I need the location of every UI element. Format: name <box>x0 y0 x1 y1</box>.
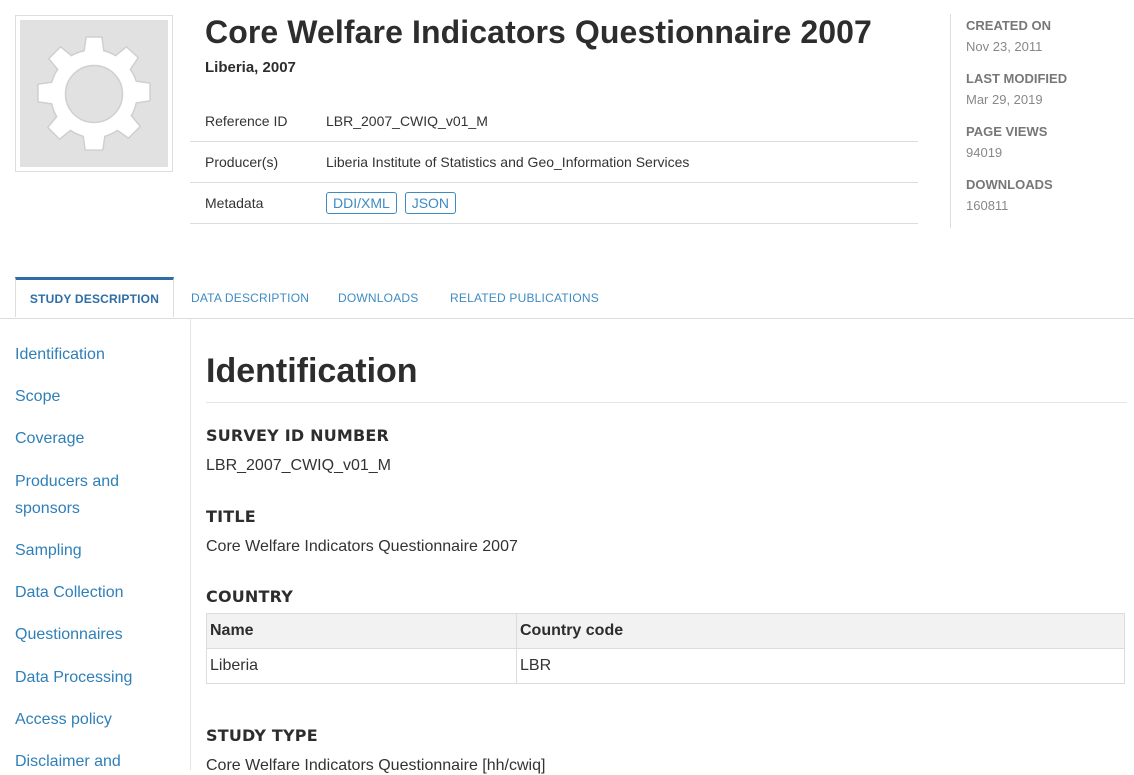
country-table: Name Country code Liberia LBR <box>206 613 1125 684</box>
study-type-label: STUDY TYPE <box>206 726 318 745</box>
sidebar-item-identification[interactable]: Identification <box>15 341 175 368</box>
metadata-tags: DDI/XML JSON <box>326 192 918 214</box>
created-on-label: CREATED ON <box>966 18 1051 33</box>
country-label: COUNTRY <box>206 587 294 606</box>
sidebar-item-questionnaires[interactable]: Questionnaires <box>15 621 175 648</box>
table-row: Liberia LBR <box>206 648 1125 684</box>
meta-label: Metadata <box>205 195 264 211</box>
page-views-label: PAGE VIEWS <box>966 124 1048 139</box>
tab-data-description[interactable]: DATA DESCRIPTION <box>191 277 309 318</box>
last-modified-value: Mar 29, 2019 <box>966 92 1043 107</box>
page-subtitle: Liberia, 2007 <box>205 59 296 76</box>
meta-label: Producer(s) <box>205 154 279 170</box>
study-stats-panel: CREATED ON Nov 23, 2011 LAST MODIFIED Ma… <box>950 14 1134 228</box>
thumbnail-placeholder <box>20 20 168 167</box>
json-button[interactable]: JSON <box>404 192 457 214</box>
tab-study-description[interactable]: STUDY DESCRIPTION <box>15 277 174 317</box>
study-type-value: Core Welfare Indicators Questionnaire [h… <box>206 757 546 774</box>
page-title: Core Welfare Indicators Questionnaire 20… <box>205 14 872 50</box>
tab-downloads[interactable]: DOWNLOADS <box>338 277 418 318</box>
downloads-value: 160811 <box>966 198 1009 213</box>
meta-value: LBR_2007_CWIQ_v01_M <box>326 113 488 129</box>
created-on-value: Nov 23, 2011 <box>966 39 1043 54</box>
meta-label: Reference ID <box>205 113 288 129</box>
sidebar-item-sampling[interactable]: Sampling <box>15 537 175 564</box>
sidebar-item-coverage[interactable]: Coverage <box>15 425 175 452</box>
table-cell-country-code: LBR <box>516 648 1125 684</box>
last-modified-label: LAST MODIFIED <box>966 71 1068 86</box>
page-views-value: 94019 <box>966 145 1003 160</box>
tab-bar: STUDY DESCRIPTION DATA DESCRIPTION DOWNL… <box>0 277 1134 319</box>
column-header-name: Name <box>206 613 517 649</box>
title-label: TITLE <box>206 507 256 526</box>
table-cell-name: Liberia <box>206 648 517 684</box>
meta-row-producers: Producer(s) Liberia Institute of Statist… <box>190 142 918 183</box>
sidebar-item-data-collection[interactable]: Data Collection <box>15 579 175 606</box>
column-header-country-code: Country code <box>516 613 1125 649</box>
meta-row-reference-id: Reference ID LBR_2007_CWIQ_v01_M <box>190 101 918 142</box>
section-heading: Identification <box>206 352 418 390</box>
sidebar-item-scope[interactable]: Scope <box>15 383 175 410</box>
survey-id-label: SURVEY ID NUMBER <box>206 426 390 445</box>
survey-id-value: LBR_2007_CWIQ_v01_M <box>206 457 391 474</box>
meta-row-metadata: Metadata DDI/XML JSON <box>190 183 918 224</box>
ddi-xml-button[interactable]: DDI/XML <box>326 192 397 214</box>
study-meta-table: Reference ID LBR_2007_CWIQ_v01_M Produce… <box>190 101 918 224</box>
sidebar-item-data-processing[interactable]: Data Processing <box>15 664 175 691</box>
study-thumbnail <box>15 15 173 172</box>
title-value: Core Welfare Indicators Questionnaire 20… <box>206 538 518 555</box>
gear-icon <box>37 35 151 151</box>
section-sidebar: Identification Scope Coverage Producers … <box>0 319 191 770</box>
heading-divider <box>206 402 1127 403</box>
sidebar-item-producers-sponsors[interactable]: Producers and sponsors <box>15 468 140 522</box>
table-header-row: Name Country code <box>206 613 1125 649</box>
tab-related-publications[interactable]: RELATED PUBLICATIONS <box>450 277 599 318</box>
sidebar-item-disclaimer[interactable]: Disclaimer and <box>15 748 175 775</box>
downloads-label: DOWNLOADS <box>966 177 1053 192</box>
meta-value: Liberia Institute of Statistics and Geo_… <box>326 154 690 170</box>
sidebar-item-access-policy[interactable]: Access policy <box>15 706 175 733</box>
